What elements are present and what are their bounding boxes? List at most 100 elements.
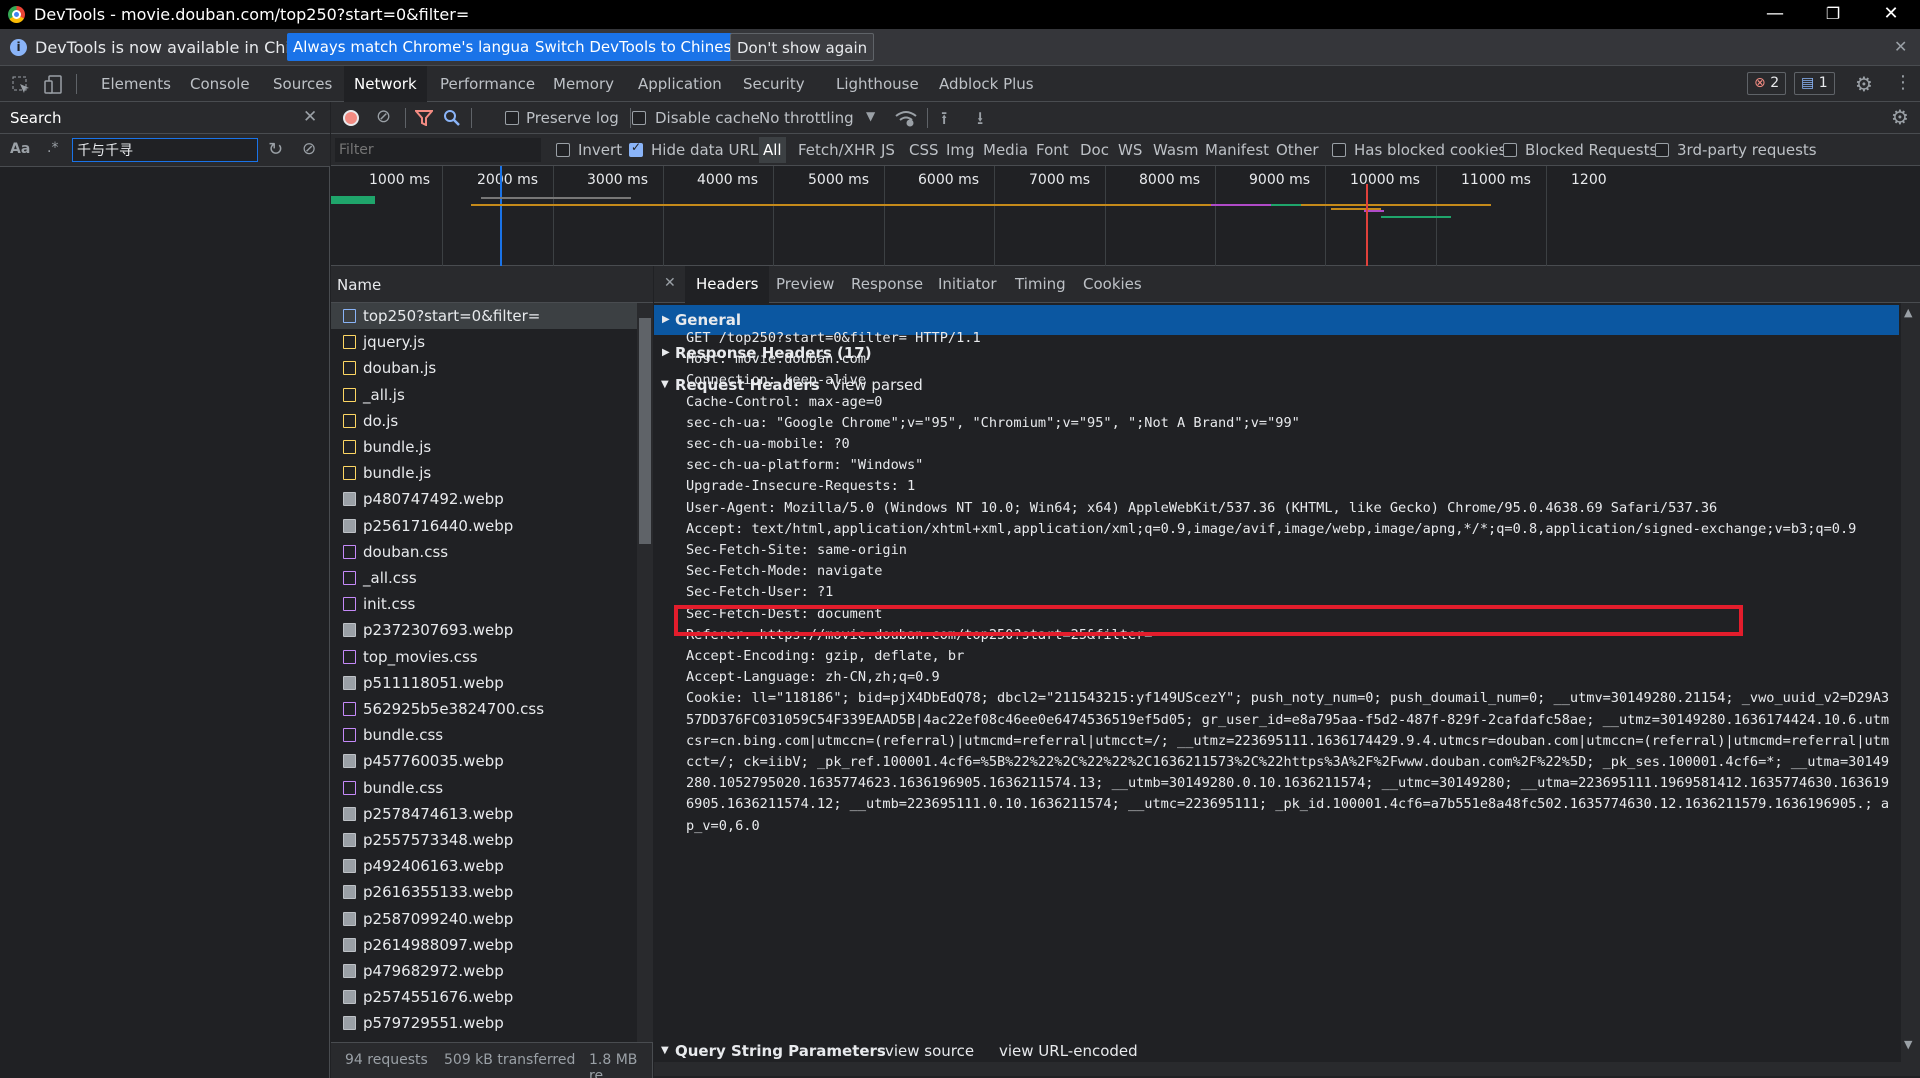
filter-icon[interactable] [415, 110, 433, 126]
tab-preview[interactable]: Preview [765, 266, 845, 303]
network-settings-gear-icon[interactable]: ⚙ [1891, 105, 1909, 129]
request-row[interactable]: p579729551.webp [331, 1010, 637, 1036]
request-row[interactable]: p2557573348.webp [331, 827, 637, 853]
request-row[interactable]: top_movies.css [331, 644, 637, 670]
clear-search-icon[interactable]: ⊘ [302, 139, 316, 159]
minimize-icon[interactable]: — [1746, 0, 1804, 29]
settings-gear-icon[interactable]: ⚙ [1855, 72, 1873, 96]
more-options-icon[interactable]: ⋮ [1894, 72, 1912, 93]
has-blocked-cookies-checkbox[interactable] [1332, 143, 1346, 157]
network-overview[interactable]: 1000 ms 2000 ms 3000 ms 4000 ms 5000 ms … [331, 166, 1920, 266]
close-window-icon[interactable]: ✕ [1862, 0, 1920, 29]
request-row[interactable]: bundle.js [331, 460, 637, 486]
request-row[interactable]: do.js [331, 408, 637, 434]
dont-show-again-button[interactable]: Don't show again [730, 33, 875, 61]
network-conditions-icon[interactable] [895, 110, 917, 127]
request-row[interactable]: bundle.css [331, 775, 637, 801]
tab-network[interactable]: Network [344, 66, 427, 102]
tab-lighthouse[interactable]: Lighthouse [826, 66, 929, 102]
close-infobar-icon[interactable]: ✕ [1894, 37, 1907, 56]
tab-elements[interactable]: Elements [91, 66, 181, 102]
invert-checkbox[interactable] [556, 143, 570, 157]
filter-type-js[interactable]: JS [881, 141, 895, 159]
request-row[interactable]: init.css [331, 591, 637, 617]
throttling-select[interactable]: No throttling [759, 109, 854, 127]
match-case-button[interactable]: Aa [10, 141, 30, 157]
tab-security[interactable]: Security [733, 66, 815, 102]
request-row[interactable]: p2616355133.webp [331, 879, 637, 905]
tab-initiator[interactable]: Initiator [927, 266, 1008, 303]
search-input[interactable] [72, 138, 258, 162]
request-row[interactable]: douban.js [331, 355, 637, 381]
record-icon[interactable] [343, 110, 359, 126]
detail-scrollbar[interactable] [1901, 303, 1920, 1076]
tab-adblock-plus[interactable]: Adblock Plus [929, 66, 1044, 102]
request-row[interactable]: p2574551676.webp [331, 984, 637, 1010]
filter-type-manifest[interactable]: Manifest [1205, 141, 1269, 159]
request-row[interactable]: p457760035.webp [331, 748, 637, 774]
filter-type-ws[interactable]: WS [1118, 141, 1142, 159]
hide-data-urls-checkbox[interactable] [629, 140, 643, 157]
request-row[interactable]: p2578474613.webp [331, 801, 637, 827]
tab-application[interactable]: Application [628, 66, 732, 102]
request-row[interactable]: jquery.js [331, 329, 637, 355]
inspect-element-icon[interactable] [12, 76, 30, 94]
request-row[interactable]: p492406163.webp [331, 853, 637, 879]
request-row[interactable]: p2614988097.webp [331, 932, 637, 958]
filter-type-doc[interactable]: Doc [1080, 141, 1109, 159]
name-column-header[interactable]: Name [337, 276, 381, 294]
request-row[interactable]: p511118051.webp [331, 670, 637, 696]
tab-cookies[interactable]: Cookies [1072, 266, 1153, 303]
request-row[interactable]: p2561716440.webp [331, 513, 637, 539]
close-detail-icon[interactable]: ✕ [664, 275, 676, 291]
request-row[interactable]: p480747492.webp [331, 486, 637, 512]
search-icon[interactable] [443, 109, 461, 127]
third-party-checkbox[interactable] [1655, 143, 1669, 157]
regex-button[interactable]: .* [47, 140, 58, 156]
filter-type-img[interactable]: Img [946, 141, 975, 159]
tab-timing[interactable]: Timing [1004, 266, 1077, 303]
export-har-icon[interactable]: ⭳ [977, 106, 983, 136]
match-language-button[interactable]: Always match Chrome's language [287, 33, 554, 61]
request-row[interactable]: top250?start=0&filter= [331, 303, 637, 329]
request-row[interactable]: _all.js [331, 382, 637, 408]
filter-type-fetch-xhr[interactable]: Fetch/XHR [798, 141, 876, 159]
disable-cache-checkbox[interactable] [632, 111, 646, 125]
import-har-icon[interactable]: ⭱ [941, 106, 947, 136]
tab-headers[interactable]: Headers [685, 266, 770, 303]
tab-sources[interactable]: Sources [263, 66, 342, 102]
blocked-requests-checkbox[interactable] [1503, 143, 1517, 157]
request-list-scroll-thumb[interactable] [639, 318, 651, 544]
clear-log-icon[interactable]: ⊘ [376, 106, 391, 127]
filter-type-css[interactable]: CSS [909, 141, 939, 159]
request-row[interactable]: douban.css [331, 539, 637, 565]
request-row[interactable]: bundle.css [331, 722, 637, 748]
filter-type-other[interactable]: Other [1276, 141, 1319, 159]
restore-icon[interactable]: ❐ [1804, 0, 1862, 29]
tab-memory[interactable]: Memory [543, 66, 624, 102]
request-row[interactable]: p2587099240.webp [331, 906, 637, 932]
error-count-badge[interactable]: ⊗ 2 [1747, 72, 1787, 95]
close-search-icon[interactable]: ✕ [303, 107, 317, 127]
request-row[interactable]: _all.css [331, 565, 637, 591]
detail-horizontal-scrollbar[interactable] [654, 1062, 1901, 1076]
filter-input[interactable] [335, 138, 541, 162]
scroll-down-icon[interactable]: ▼ [1904, 1038, 1912, 1051]
tab-console[interactable]: Console [180, 66, 260, 102]
filter-type-media[interactable]: Media [983, 141, 1028, 159]
preserve-log-checkbox[interactable] [505, 111, 519, 125]
device-toolbar-icon[interactable] [44, 75, 62, 94]
request-row[interactable]: p479682972.webp [331, 958, 637, 984]
message-count-badge[interactable]: ▤ 1 [1794, 72, 1835, 95]
filter-type-wasm[interactable]: Wasm [1153, 141, 1199, 159]
switch-chinese-button[interactable]: Switch DevTools to Chinese [529, 33, 747, 61]
chevron-down-icon[interactable]: ▼ [866, 109, 875, 123]
tab-response[interactable]: Response [840, 266, 934, 303]
filter-type-font[interactable]: Font [1036, 141, 1069, 159]
filter-type-all[interactable]: All [759, 137, 786, 163]
request-row[interactable]: bundle.js [331, 434, 637, 460]
scroll-up-icon[interactable]: ▲ [1904, 306, 1912, 319]
refresh-icon[interactable]: ↻ [268, 139, 283, 160]
request-row[interactable]: p2372307693.webp [331, 617, 637, 643]
request-row[interactable]: 562925b5e3824700.css [331, 696, 637, 722]
